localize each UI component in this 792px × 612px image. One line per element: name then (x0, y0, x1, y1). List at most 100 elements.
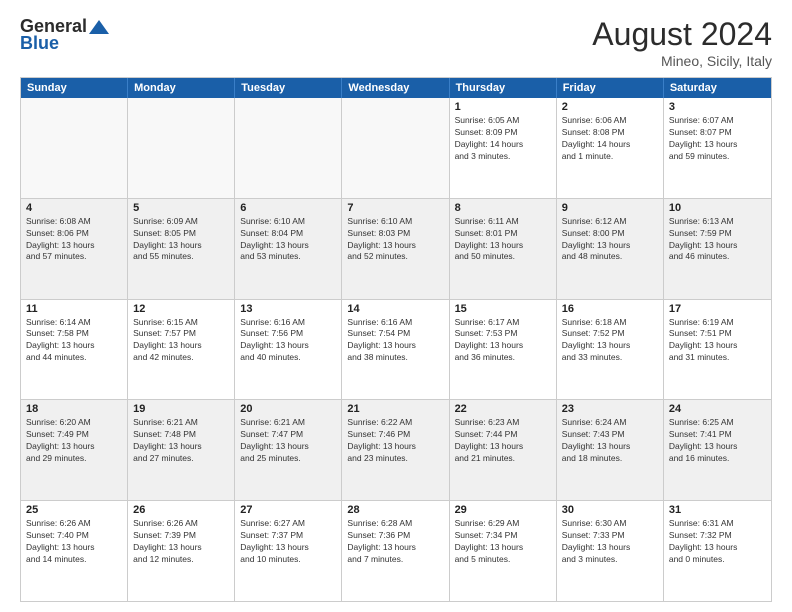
header-saturday: Saturday (664, 78, 771, 98)
cell-text: Sunrise: 6:16 AMSunset: 7:56 PMDaylight:… (240, 317, 336, 365)
calendar-cell: 30Sunrise: 6:30 AMSunset: 7:33 PMDayligh… (557, 501, 664, 601)
day-number: 25 (26, 504, 122, 516)
calendar-row-3: 11 Sunrise: 6:14 AMSunset: 7:58 PMDayligh… (21, 300, 771, 401)
calendar-body: 1 Sunrise: 6:05 AMSunset: 8:09 PMDaylight… (21, 98, 771, 601)
cell-text: Sunrise: 6:16 AMSunset: 7:54 PMDaylight:… (347, 317, 443, 365)
day-number: 28 (347, 504, 443, 516)
calendar-cell: 23 Sunrise: 6:24 AMSunset: 7:43 PMDayligh… (557, 400, 664, 500)
day-number: 19 (133, 403, 229, 415)
cell-text: Sunrise: 6:10 AMSunset: 8:04 PMDaylight:… (240, 216, 336, 264)
calendar-cell: 2 Sunrise: 6:06 AMSunset: 8:08 PMDaylight… (557, 98, 664, 198)
day-number: 4 (26, 202, 122, 214)
cell-text: Sunrise: 6:19 AMSunset: 7:51 PMDaylight:… (669, 317, 766, 365)
cell-text: Sunrise: 6:10 AMSunset: 8:03 PMDaylight:… (347, 216, 443, 264)
calendar-cell (342, 98, 449, 198)
calendar-cell: 7 Sunrise: 6:10 AMSunset: 8:03 PMDaylight… (342, 199, 449, 299)
day-number: 29 (455, 504, 551, 516)
day-number: 17 (669, 303, 766, 315)
day-number: 27 (240, 504, 336, 516)
cell-text: Sunrise: 6:25 AMSunset: 7:41 PMDaylight:… (669, 417, 766, 465)
calendar-cell: 15 Sunrise: 6:17 AMSunset: 7:53 PMDayligh… (450, 300, 557, 400)
day-number: 16 (562, 303, 658, 315)
cell-text: Sunrise: 6:14 AMSunset: 7:58 PMDaylight:… (26, 317, 122, 365)
day-number: 14 (347, 303, 443, 315)
cell-text: Sunrise: 6:29 AMSunset: 7:34 PMDaylight:… (455, 518, 551, 566)
day-number: 20 (240, 403, 336, 415)
calendar-cell: 19 Sunrise: 6:21 AMSunset: 7:48 PMDayligh… (128, 400, 235, 500)
calendar-cell: 17 Sunrise: 6:19 AMSunset: 7:51 PMDayligh… (664, 300, 771, 400)
cell-text: Sunrise: 6:26 AMSunset: 7:40 PMDaylight:… (26, 518, 122, 566)
day-number: 2 (562, 101, 658, 113)
title-area: August 2024 Mineo, Sicily, Italy (592, 16, 772, 69)
cell-text: Sunrise: 6:30 AMSunset: 7:33 PMDaylight:… (562, 518, 658, 566)
calendar-cell: 9Sunrise: 6:12 AMSunset: 8:00 PMDaylight… (557, 199, 664, 299)
cell-text: Sunrise: 6:28 AMSunset: 7:36 PMDaylight:… (347, 518, 443, 566)
logo-blue: Blue (20, 33, 59, 54)
cell-text: Sunrise: 6:13 AMSunset: 7:59 PMDaylight:… (669, 216, 766, 264)
header-wednesday: Wednesday (342, 78, 449, 98)
header: General Blue August 2024 Mineo, Sicily, … (20, 16, 772, 69)
day-number: 31 (669, 504, 766, 516)
calendar-row-1: 1 Sunrise: 6:05 AMSunset: 8:09 PMDaylight… (21, 98, 771, 199)
cell-text: Sunrise: 6:24 AMSunset: 7:43 PMDaylight:… (562, 417, 658, 465)
day-number: 15 (455, 303, 551, 315)
calendar-cell: 28 Sunrise: 6:28 AMSunset: 7:36 PMDayligh… (342, 501, 449, 601)
calendar-cell: 18Sunrise: 6:20 AMSunset: 7:49 PMDayligh… (21, 400, 128, 500)
cell-text: Sunrise: 6:31 AMSunset: 7:32 PMDaylight:… (669, 518, 766, 566)
day-number: 8 (455, 202, 551, 214)
cell-text: Sunrise: 6:11 AMSunset: 8:01 PMDaylight:… (455, 216, 551, 264)
day-number: 10 (669, 202, 766, 214)
logo: General Blue (20, 16, 109, 54)
calendar-cell (21, 98, 128, 198)
header-sunday: Sunday (21, 78, 128, 98)
cell-text: Sunrise: 6:07 AMSunset: 8:07 PMDaylight:… (669, 115, 766, 163)
day-number: 11 (26, 303, 122, 315)
cell-text: Sunrise: 6:08 AMSunset: 8:06 PMDaylight:… (26, 216, 122, 264)
calendar-cell: 31 Sunrise: 6:31 AMSunset: 7:32 PMDayligh… (664, 501, 771, 601)
cell-text: Sunrise: 6:12 AMSunset: 8:00 PMDaylight:… (562, 216, 658, 264)
calendar-cell: 20Sunrise: 6:21 AMSunset: 7:47 PMDayligh… (235, 400, 342, 500)
calendar-cell (235, 98, 342, 198)
calendar-row-4: 18Sunrise: 6:20 AMSunset: 7:49 PMDayligh… (21, 400, 771, 501)
day-number: 5 (133, 202, 229, 214)
day-number: 26 (133, 504, 229, 516)
day-number: 12 (133, 303, 229, 315)
day-number: 21 (347, 403, 443, 415)
cell-text: Sunrise: 6:22 AMSunset: 7:46 PMDaylight:… (347, 417, 443, 465)
calendar-cell: 10 Sunrise: 6:13 AMSunset: 7:59 PMDayligh… (664, 199, 771, 299)
calendar-cell: 27 Sunrise: 6:27 AMSunset: 7:37 PMDayligh… (235, 501, 342, 601)
calendar-cell: 16 Sunrise: 6:18 AMSunset: 7:52 PMDayligh… (557, 300, 664, 400)
day-number: 22 (455, 403, 551, 415)
calendar-cell: 21 Sunrise: 6:22 AMSunset: 7:46 PMDayligh… (342, 400, 449, 500)
cell-text: Sunrise: 6:05 AMSunset: 8:09 PMDaylight:… (455, 115, 551, 163)
day-number: 7 (347, 202, 443, 214)
calendar-cell (128, 98, 235, 198)
day-number: 3 (669, 101, 766, 113)
cell-text: Sunrise: 6:09 AMSunset: 8:05 PMDaylight:… (133, 216, 229, 264)
cell-text: Sunrise: 6:17 AMSunset: 7:53 PMDaylight:… (455, 317, 551, 365)
day-number: 1 (455, 101, 551, 113)
calendar-cell: 24 Sunrise: 6:25 AMSunset: 7:41 PMDayligh… (664, 400, 771, 500)
calendar-cell: 25 Sunrise: 6:26 AMSunset: 7:40 PMDayligh… (21, 501, 128, 601)
cell-text: Sunrise: 6:06 AMSunset: 8:08 PMDaylight:… (562, 115, 658, 163)
calendar-cell: 13Sunrise: 6:16 AMSunset: 7:56 PMDayligh… (235, 300, 342, 400)
calendar-cell: 29 Sunrise: 6:29 AMSunset: 7:34 PMDayligh… (450, 501, 557, 601)
page: General Blue August 2024 Mineo, Sicily, … (0, 0, 792, 612)
calendar-cell: 11 Sunrise: 6:14 AMSunset: 7:58 PMDayligh… (21, 300, 128, 400)
calendar-cell: 22 Sunrise: 6:23 AMSunset: 7:44 PMDayligh… (450, 400, 557, 500)
cell-text: Sunrise: 6:27 AMSunset: 7:37 PMDaylight:… (240, 518, 336, 566)
day-number: 24 (669, 403, 766, 415)
cell-text: Sunrise: 6:18 AMSunset: 7:52 PMDaylight:… (562, 317, 658, 365)
calendar-cell: 1 Sunrise: 6:05 AMSunset: 8:09 PMDaylight… (450, 98, 557, 198)
header-friday: Friday (557, 78, 664, 98)
cell-text: Sunrise: 6:21 AMSunset: 7:48 PMDaylight:… (133, 417, 229, 465)
calendar-cell: 14 Sunrise: 6:16 AMSunset: 7:54 PMDayligh… (342, 300, 449, 400)
calendar-row-2: 4 Sunrise: 6:08 AMSunset: 8:06 PMDaylight… (21, 199, 771, 300)
cell-text: Sunrise: 6:23 AMSunset: 7:44 PMDaylight:… (455, 417, 551, 465)
calendar-cell: 3 Sunrise: 6:07 AMSunset: 8:07 PMDaylight… (664, 98, 771, 198)
cell-text: Sunrise: 6:20 AMSunset: 7:49 PMDaylight:… (26, 417, 122, 465)
header-tuesday: Tuesday (235, 78, 342, 98)
location-subtitle: Mineo, Sicily, Italy (592, 53, 772, 69)
cell-text: Sunrise: 6:15 AMSunset: 7:57 PMDaylight:… (133, 317, 229, 365)
day-number: 23 (562, 403, 658, 415)
